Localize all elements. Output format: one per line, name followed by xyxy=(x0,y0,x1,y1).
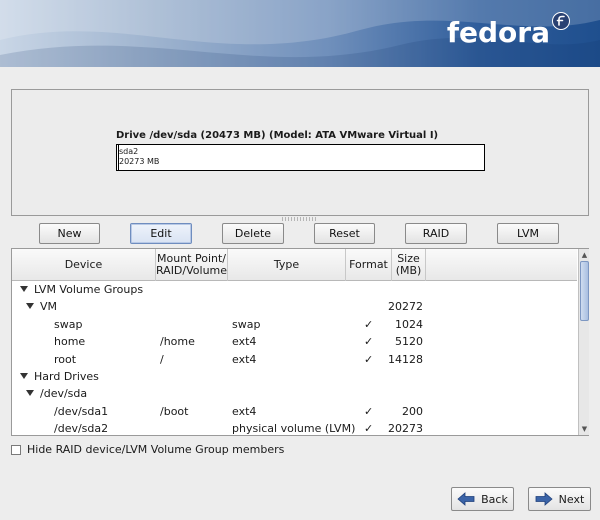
partition-size: 20273 MB xyxy=(119,157,160,166)
cell-mount: /home xyxy=(160,335,195,349)
expander-triangle-icon[interactable] xyxy=(20,286,28,292)
next-arrow-icon xyxy=(535,492,553,506)
table-row[interactable]: /dev/sda xyxy=(12,385,577,402)
back-arrow-icon xyxy=(457,492,475,506)
back-button[interactable]: Back xyxy=(451,487,514,511)
table-row[interactable]: LVM Volume Groups xyxy=(12,281,577,298)
brand-name: fedora xyxy=(446,16,550,49)
cell-type: ext4 xyxy=(232,404,257,418)
new-button[interactable]: New xyxy=(39,223,100,244)
scroll-down-arrow-icon[interactable]: ▼ xyxy=(580,424,589,434)
table-row[interactable]: home/home ext4 ✓ 5120 xyxy=(12,333,577,350)
drive-title: Drive /dev/sda (20473 MB) (Model: ATA VM… xyxy=(116,130,439,141)
cell-device: /dev/sda2 xyxy=(54,422,109,436)
expander-triangle-icon[interactable] xyxy=(20,373,28,379)
cell-device: Hard Drives xyxy=(20,368,99,385)
column-header-mount[interactable]: Mount Point/ RAID/Volume xyxy=(156,249,228,281)
header-banner: fedora xyxy=(0,0,600,67)
cell-format: ✓ xyxy=(364,317,374,331)
partition-tree-table[interactable]: Device Mount Point/ RAID/Volume Type For… xyxy=(11,248,589,436)
column-header-type[interactable]: Type xyxy=(228,249,346,281)
cell-device: /dev/sda1 xyxy=(54,404,109,418)
cell-type: ext4 xyxy=(232,352,257,366)
cell-type: physical volume (LVM) xyxy=(232,422,356,436)
hide-raid-option[interactable]: Hide RAID device/LVM Volume Group member… xyxy=(11,443,284,456)
drive-overview-panel: Drive /dev/sda (20473 MB) (Model: ATA VM… xyxy=(11,89,589,216)
table-row[interactable]: VM 20272 xyxy=(12,298,577,315)
hide-raid-label: Hide RAID device/LVM Volume Group member… xyxy=(27,443,285,456)
fedora-logo: fedora xyxy=(446,11,570,49)
partition-segment-sda2[interactable]: sda2 20273 MB xyxy=(119,147,159,167)
table-row[interactable]: Hard Drives xyxy=(12,368,577,385)
cell-format: ✓ xyxy=(364,352,374,366)
hide-raid-checkbox[interactable] xyxy=(11,444,21,455)
cell-type: ext4 xyxy=(232,335,257,349)
cell-size: 200 xyxy=(402,404,423,418)
edit-button[interactable]: Edit xyxy=(130,223,192,244)
cell-device: VM xyxy=(26,298,57,315)
raid-button[interactable]: RAID xyxy=(405,223,467,244)
next-button[interactable]: Next xyxy=(528,487,591,511)
cell-size: 1024 xyxy=(395,317,423,331)
lvm-button[interactable]: LVM xyxy=(497,223,559,244)
column-header-format[interactable]: Format xyxy=(346,249,392,281)
cell-device: swap xyxy=(54,317,83,331)
cell-device: LVM Volume Groups xyxy=(20,281,143,298)
partition-name: sda2 xyxy=(119,147,139,156)
delete-button[interactable]: Delete xyxy=(222,223,284,244)
cell-format: ✓ xyxy=(364,404,374,418)
cell-size: 20273 xyxy=(388,422,423,436)
cell-type: swap xyxy=(232,317,261,331)
table-row[interactable]: /dev/sda2 physical volume (LVM) ✓ 20273 xyxy=(12,420,577,437)
cell-device: home xyxy=(54,335,86,349)
fedora-infinity-icon xyxy=(552,11,570,30)
table-header: Device Mount Point/ RAID/Volume Type For… xyxy=(12,249,577,281)
column-header-device[interactable]: Device xyxy=(12,249,156,281)
back-label: Back xyxy=(481,492,508,506)
cell-mount: / xyxy=(160,352,164,366)
cell-size: 5120 xyxy=(395,335,423,349)
reset-button[interactable]: Reset xyxy=(314,223,375,244)
cell-device: /dev/sda xyxy=(26,385,87,402)
cell-size: 20272 xyxy=(388,300,423,314)
expander-triangle-icon[interactable] xyxy=(26,303,34,310)
column-header-size[interactable]: Size (MB) xyxy=(392,249,426,281)
cell-mount: /boot xyxy=(160,404,189,418)
cell-device: root xyxy=(54,352,77,366)
scroll-up-arrow-icon[interactable]: ▲ xyxy=(580,250,589,260)
column-header-filler xyxy=(426,249,577,281)
table-row[interactable]: swap swap ✓ 1024 xyxy=(12,316,577,333)
pane-resize-handle[interactable] xyxy=(282,217,318,221)
scroll-thumb[interactable] xyxy=(580,261,589,321)
cell-format: ✓ xyxy=(364,422,374,436)
table-row[interactable]: /dev/sda1/boot ext4 ✓ 200 xyxy=(12,403,577,420)
expander-triangle-icon[interactable] xyxy=(26,390,34,397)
cell-format: ✓ xyxy=(364,335,374,349)
vertical-scrollbar[interactable]: ▲ ▼ xyxy=(578,249,589,435)
table-row[interactable]: root / ext4 ✓ 14128 xyxy=(12,351,577,368)
next-label: Next xyxy=(558,492,585,506)
cell-size: 14128 xyxy=(388,352,423,366)
drive-partition-bar[interactable]: sda2 20273 MB xyxy=(116,144,485,171)
